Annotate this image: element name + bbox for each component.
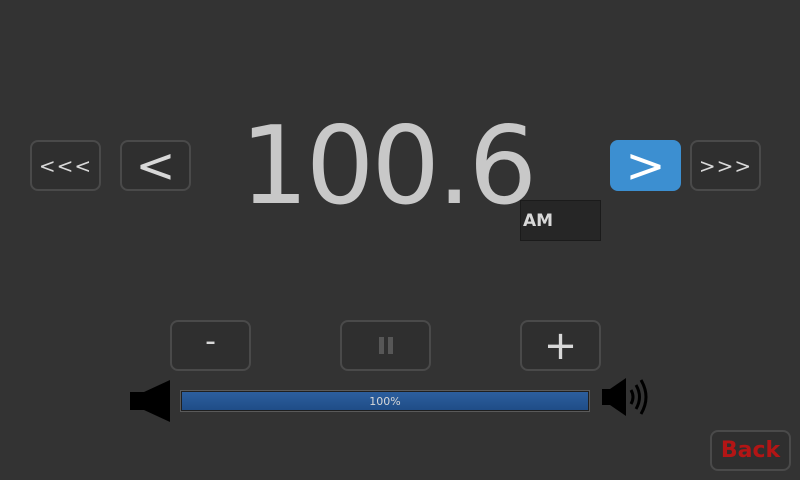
seek-forward-button[interactable]: >>>	[690, 140, 761, 191]
speaker-low-icon	[130, 380, 170, 422]
pause-icon	[378, 337, 393, 354]
band-indicator[interactable]: AM	[520, 200, 601, 241]
pause-button[interactable]	[340, 320, 431, 371]
volume-percent-label: 100%	[369, 394, 401, 408]
volume-down-button[interactable]: -	[170, 320, 251, 371]
volume-up-button[interactable]: +	[520, 320, 601, 371]
frequency-display: 100.6	[240, 104, 537, 229]
step-back-button[interactable]: <	[120, 138, 191, 194]
step-forward-button[interactable]: >	[610, 138, 681, 194]
back-button[interactable]: Back	[710, 430, 791, 471]
speaker-high-icon	[602, 378, 648, 416]
seek-back-button[interactable]: <<<	[30, 140, 101, 191]
volume-slider[interactable]: 100%	[180, 390, 590, 412]
band-label: AM	[523, 210, 554, 231]
